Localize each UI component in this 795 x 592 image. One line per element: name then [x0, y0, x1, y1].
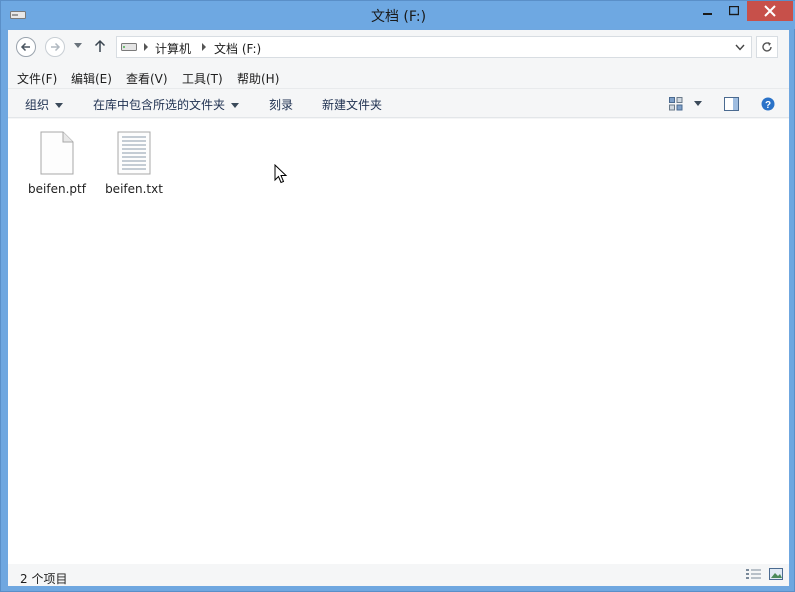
organize-label: 组织 [25, 98, 50, 112]
file-item[interactable]: beifen.txt [102, 131, 166, 196]
item-count: 2 个项目 [20, 572, 68, 586]
file-name: beifen.txt [105, 182, 163, 196]
minimize-icon [703, 13, 712, 15]
include-in-library-button[interactable]: 在库中包含所选的文件夹 [93, 96, 240, 113]
back-button[interactable] [16, 37, 36, 57]
command-bar: 组织 在库中包含所选的文件夹 刻录 新建文件夹 ? [8, 88, 789, 118]
close-button[interactable] [747, 1, 793, 21]
recent-locations-icon[interactable] [74, 43, 82, 49]
menu-tools[interactable]: 工具(T) [182, 70, 223, 87]
refresh-button[interactable] [756, 36, 778, 58]
svg-text:?: ? [765, 100, 771, 111]
blank-file-icon [40, 131, 74, 175]
large-icons-view-icon[interactable] [769, 568, 783, 580]
file-list-view[interactable]: beifen.ptf beifen.txt [8, 119, 789, 564]
minimize-button[interactable] [695, 1, 721, 21]
maximize-button[interactable] [721, 1, 747, 21]
change-view-icon[interactable] [669, 97, 683, 111]
view-options-chevron-icon[interactable] [694, 101, 702, 107]
file-item[interactable]: beifen.ptf [25, 131, 89, 196]
breadcrumb-drive[interactable]: 文档 (F:) [214, 40, 261, 57]
include-library-label: 在库中包含所选的文件夹 [93, 98, 226, 112]
chevron-down-icon [55, 103, 64, 108]
text-file-icon [117, 131, 151, 175]
menu-file[interactable]: 文件(F) [17, 70, 57, 87]
preview-pane-icon[interactable] [724, 97, 739, 111]
close-icon [764, 5, 776, 17]
explorer-window: 文档 (F:) 计算机 文档 (F:) 文件(F) 编辑(E) 查看(V) 工具… [0, 0, 795, 592]
explorer-body: 计算机 文档 (F:) 文件(F) 编辑(E) 查看(V) 工具(T) 帮助(H… [8, 30, 789, 586]
chevron-down-icon[interactable] [735, 44, 745, 51]
menu-view[interactable]: 查看(V) [126, 70, 168, 87]
help-icon[interactable]: ? [761, 97, 775, 111]
file-name: beifen.ptf [28, 182, 86, 196]
title-bar[interactable]: 文档 (F:) [1, 1, 795, 29]
forward-arrow-icon [51, 42, 61, 52]
menu-bar: 文件(F) 编辑(E) 查看(V) 工具(T) 帮助(H) [8, 66, 789, 88]
breadcrumb-computer[interactable]: 计算机 [155, 40, 191, 57]
forward-button[interactable] [45, 37, 65, 57]
menu-help[interactable]: 帮助(H) [237, 70, 279, 87]
chevron-down-icon [231, 103, 240, 108]
navigation-bar: 计算机 文档 (F:) [8, 30, 789, 64]
refresh-icon [762, 42, 772, 52]
breadcrumb-separator-icon[interactable] [201, 43, 207, 51]
back-arrow-icon [20, 42, 30, 52]
breadcrumb-separator-icon[interactable] [143, 43, 149, 51]
burn-button[interactable]: 刻录 [269, 96, 293, 113]
mouse-cursor-icon [274, 164, 288, 184]
up-arrow-icon[interactable] [94, 39, 106, 53]
new-folder-button[interactable]: 新建文件夹 [322, 96, 382, 113]
maximize-icon [729, 6, 739, 16]
drive-icon [121, 43, 137, 51]
address-bar[interactable]: 计算机 文档 (F:) [116, 36, 752, 58]
menu-edit[interactable]: 编辑(E) [71, 70, 112, 87]
organize-button[interactable]: 组织 [25, 96, 64, 113]
status-bar: 2 个项目 [8, 564, 789, 586]
details-view-icon[interactable] [746, 568, 762, 580]
window-title: 文档 (F:) [370, 9, 427, 25]
